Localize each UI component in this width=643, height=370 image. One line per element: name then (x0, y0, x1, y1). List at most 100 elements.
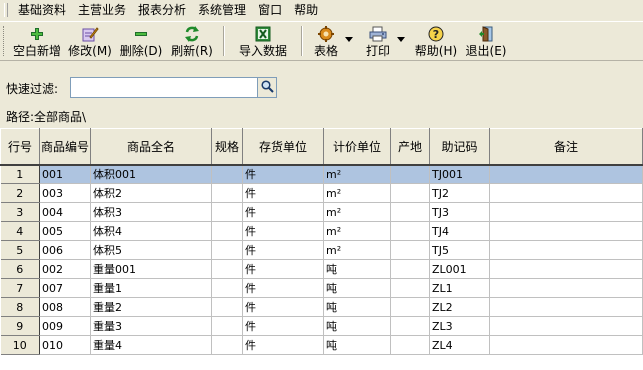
remark-cell[interactable] (489, 259, 643, 279)
mnemonic-cell[interactable]: ZL2 (429, 297, 490, 317)
spec-cell[interactable] (211, 240, 243, 260)
code-cell[interactable]: 001 (39, 164, 91, 184)
stock-unit-cell[interactable]: 件 (242, 316, 324, 336)
pricing-unit-cell[interactable]: m² (323, 183, 391, 203)
origin-cell[interactable] (390, 221, 430, 241)
origin-cell[interactable] (390, 316, 430, 336)
mnemonic-cell[interactable]: TJ2 (429, 183, 490, 203)
stock-unit-cell[interactable]: 件 (242, 297, 324, 317)
remark-cell[interactable] (489, 240, 643, 260)
row-number-cell[interactable]: 2 (0, 183, 40, 203)
mnemonic-cell[interactable]: ZL4 (429, 335, 490, 355)
row-number-cell[interactable]: 7 (0, 278, 40, 298)
table-row[interactable]: 4 005 体积4 件 m² TJ4 (0, 221, 643, 241)
stock-unit-cell[interactable]: 件 (242, 202, 324, 222)
origin-cell[interactable] (390, 297, 430, 317)
spec-cell[interactable] (211, 164, 243, 184)
origin-cell[interactable] (390, 335, 430, 355)
refresh-button[interactable]: 刷新(R) (167, 22, 217, 60)
mnemonic-cell[interactable]: ZL3 (429, 316, 490, 336)
delete-button[interactable]: 删除(D) (115, 22, 167, 60)
row-number-cell[interactable]: 9 (0, 316, 40, 336)
row-number-cell[interactable]: 4 (0, 221, 40, 241)
full-name-cell[interactable]: 体积3 (90, 202, 212, 222)
origin-cell[interactable] (390, 164, 430, 184)
remark-cell[interactable] (489, 297, 643, 317)
column-header-row-number[interactable]: 行号 (0, 128, 40, 166)
row-number-cell[interactable]: 6 (0, 259, 40, 279)
full-name-cell[interactable]: 体积2 (90, 183, 212, 203)
full-name-cell[interactable]: 体积001 (90, 164, 212, 184)
table-row[interactable]: 9 009 重量3 件吨 ZL3 (0, 316, 643, 336)
menu-item-basic-data[interactable]: 基础资料 (12, 1, 72, 19)
full-name-cell[interactable]: 重量4 (90, 335, 212, 355)
pricing-unit-cell[interactable]: 吨 (323, 278, 391, 298)
code-cell[interactable]: 002 (39, 259, 91, 279)
column-header-code[interactable]: 商品编号 (39, 128, 91, 166)
spec-cell[interactable] (211, 335, 243, 355)
remark-cell[interactable] (489, 335, 643, 355)
remark-cell[interactable] (489, 221, 643, 241)
origin-cell[interactable] (390, 202, 430, 222)
print-button[interactable]: 打印 (361, 22, 395, 60)
mnemonic-cell[interactable]: TJ001 (429, 164, 490, 184)
import-button[interactable]: 导入数据 (231, 22, 295, 60)
column-header-remark[interactable]: 备注 (489, 128, 643, 166)
table-dropdown-arrow[interactable] (343, 22, 355, 60)
remark-cell[interactable] (489, 202, 643, 222)
stock-unit-cell[interactable]: 件 (242, 240, 324, 260)
code-cell[interactable]: 009 (39, 316, 91, 336)
mnemonic-cell[interactable]: ZL1 (429, 278, 490, 298)
table-button[interactable]: 表格 (309, 22, 343, 60)
mnemonic-cell[interactable]: TJ3 (429, 202, 490, 222)
pricing-unit-cell[interactable]: 吨 (323, 297, 391, 317)
code-cell[interactable]: 005 (39, 221, 91, 241)
mnemonic-cell[interactable]: TJ5 (429, 240, 490, 260)
mnemonic-cell[interactable]: TJ4 (429, 221, 490, 241)
code-cell[interactable]: 010 (39, 335, 91, 355)
pricing-unit-cell[interactable]: 吨 (323, 259, 391, 279)
origin-cell[interactable] (390, 278, 430, 298)
full-name-cell[interactable]: 体积4 (90, 221, 212, 241)
remark-cell[interactable] (489, 164, 643, 184)
spec-cell[interactable] (211, 297, 243, 317)
full-name-cell[interactable]: 重量3 (90, 316, 212, 336)
column-header-stock-unit[interactable]: 存货单位 (242, 128, 324, 166)
table-row[interactable]: 7 007 重量1 件吨 ZL1 (0, 278, 643, 298)
spec-cell[interactable] (211, 221, 243, 241)
table-row[interactable]: 10 010 重量4 件吨 ZL4 (0, 335, 643, 355)
pricing-unit-cell[interactable]: 吨 (323, 335, 391, 355)
remark-cell[interactable] (489, 316, 643, 336)
menu-item-reports[interactable]: 报表分析 (132, 1, 192, 19)
mnemonic-cell[interactable]: ZL001 (429, 259, 490, 279)
search-button[interactable] (257, 77, 277, 98)
column-header-origin[interactable]: 产地 (390, 128, 430, 166)
pricing-unit-cell[interactable]: m² (323, 164, 391, 184)
full-name-cell[interactable]: 重量001 (90, 259, 212, 279)
menu-item-main-business[interactable]: 主营业务 (72, 1, 132, 19)
quick-filter-input[interactable] (70, 77, 258, 98)
stock-unit-cell[interactable]: 件 (242, 278, 324, 298)
pricing-unit-cell[interactable]: m² (323, 240, 391, 260)
stock-unit-cell[interactable]: 件 (242, 164, 324, 184)
menu-item-help[interactable]: 帮助 (288, 1, 324, 19)
full-name-cell[interactable]: 重量2 (90, 297, 212, 317)
table-row[interactable]: 1 001 体积001 件 m² TJ001 (0, 164, 643, 184)
column-header-full-name[interactable]: 商品全名 (90, 128, 212, 166)
print-dropdown-arrow[interactable] (395, 22, 407, 60)
remark-cell[interactable] (489, 183, 643, 203)
column-header-spec[interactable]: 规格 (211, 128, 243, 166)
pricing-unit-cell[interactable]: m² (323, 202, 391, 222)
table-row[interactable]: 3 004 体积3 件 m² TJ3 (0, 202, 643, 222)
pricing-unit-cell[interactable]: m² (323, 221, 391, 241)
help-button[interactable]: ? 帮助(H) (411, 22, 461, 60)
code-cell[interactable]: 003 (39, 183, 91, 203)
stock-unit-cell[interactable]: 件 (242, 335, 324, 355)
column-header-pricing-unit[interactable]: 计价单位 (323, 128, 391, 166)
edit-button[interactable]: 修改(M) (65, 22, 115, 60)
code-cell[interactable]: 004 (39, 202, 91, 222)
full-name-cell[interactable]: 重量1 (90, 278, 212, 298)
stock-unit-cell[interactable]: 件 (242, 221, 324, 241)
spec-cell[interactable] (211, 278, 243, 298)
stock-unit-cell[interactable]: 件 (242, 259, 324, 279)
